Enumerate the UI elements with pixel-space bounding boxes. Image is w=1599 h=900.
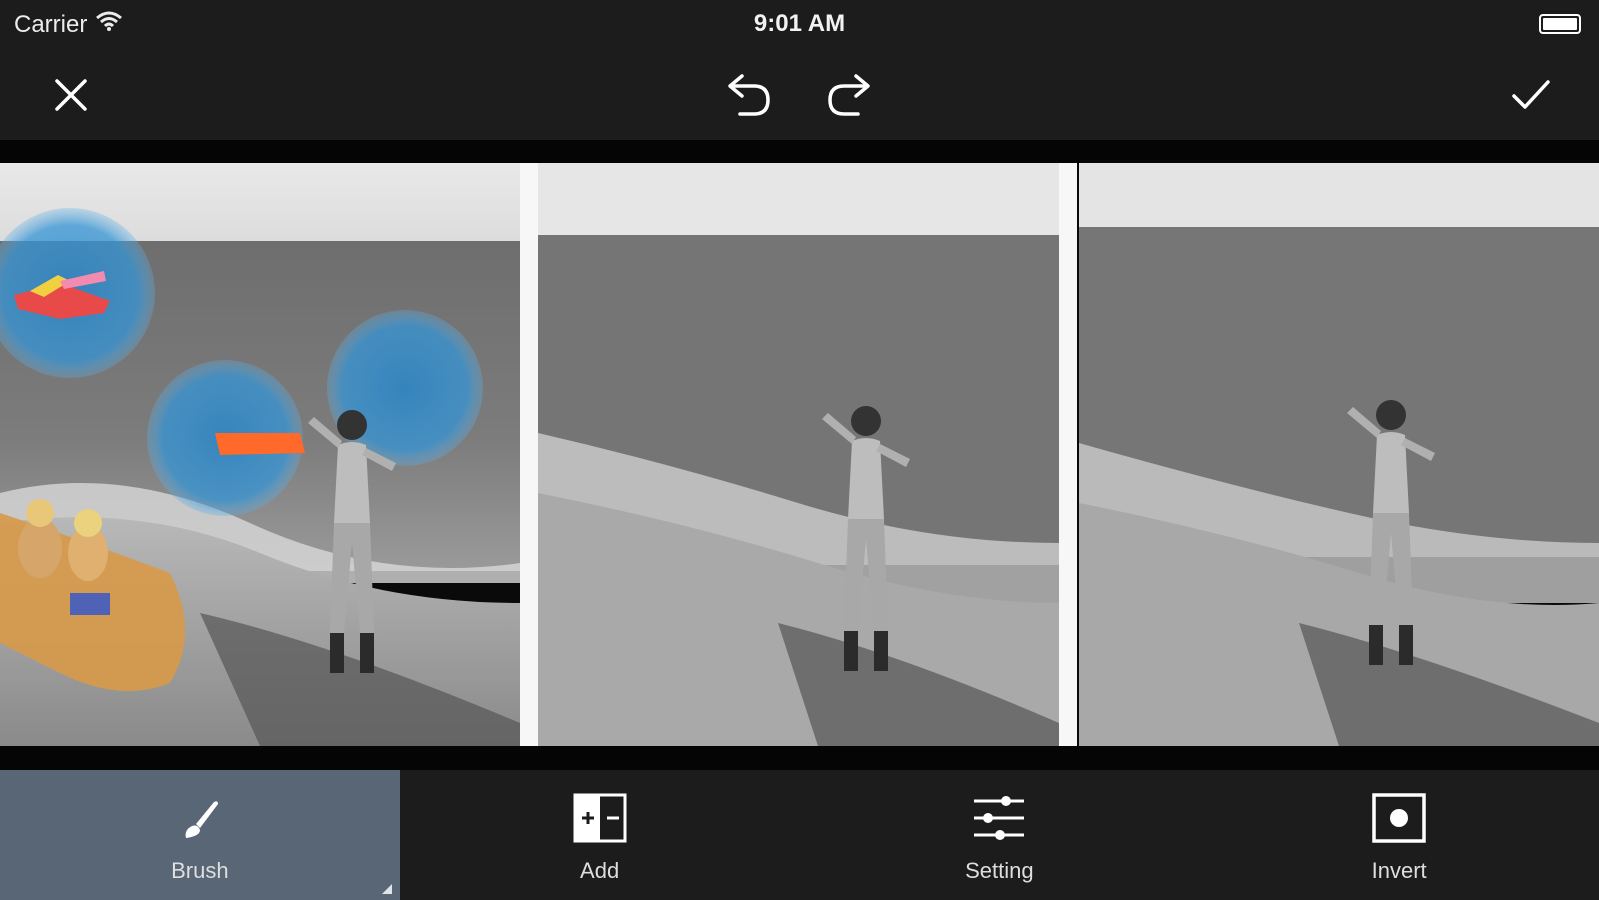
battery-icon [1539,14,1581,34]
setting-tool-button[interactable]: Setting [800,770,1200,900]
bottom-toolbar: Brush Add Setting Invert [0,770,1599,900]
add-compare-icon [572,790,628,846]
photo-canvas-editing[interactable] [0,163,520,746]
undo-icon [728,74,770,116]
close-button[interactable] [44,68,98,122]
status-time: 9:01 AM [753,10,846,37]
redo-icon [828,74,870,116]
undo-button[interactable] [720,68,774,122]
brush-icon [172,790,228,846]
top-toolbar [0,50,1599,140]
photo-inverted-preview[interactable] [1079,163,1599,746]
invert-icon [1371,790,1427,846]
photo-divider [1059,163,1077,746]
invert-tool-button[interactable]: Invert [1199,770,1599,900]
sliders-icon [971,790,1027,846]
checkmark-icon [1512,80,1550,109]
brush-tool-button[interactable]: Brush [0,770,400,900]
submenu-indicator-icon [381,884,392,894]
redo-button[interactable] [824,68,878,122]
done-button[interactable] [1504,68,1558,122]
add-tool-button[interactable]: Add [400,770,800,900]
setting-tool-label: Setting [965,858,1034,883]
photo-divider [520,163,538,746]
close-icon [55,79,87,111]
photo-grayscale-preview[interactable] [538,163,1059,746]
add-tool-label: Add [580,858,620,883]
photo-strip [0,163,1599,746]
photo-editor-screen: Carrier 9:01 AM Brush Add Setting Invert [0,0,1599,900]
brush-tool-label: Brush [171,858,229,883]
invert-tool-label: Invert [1371,858,1427,883]
status-bar: Carrier 9:01 AM [0,0,1599,50]
